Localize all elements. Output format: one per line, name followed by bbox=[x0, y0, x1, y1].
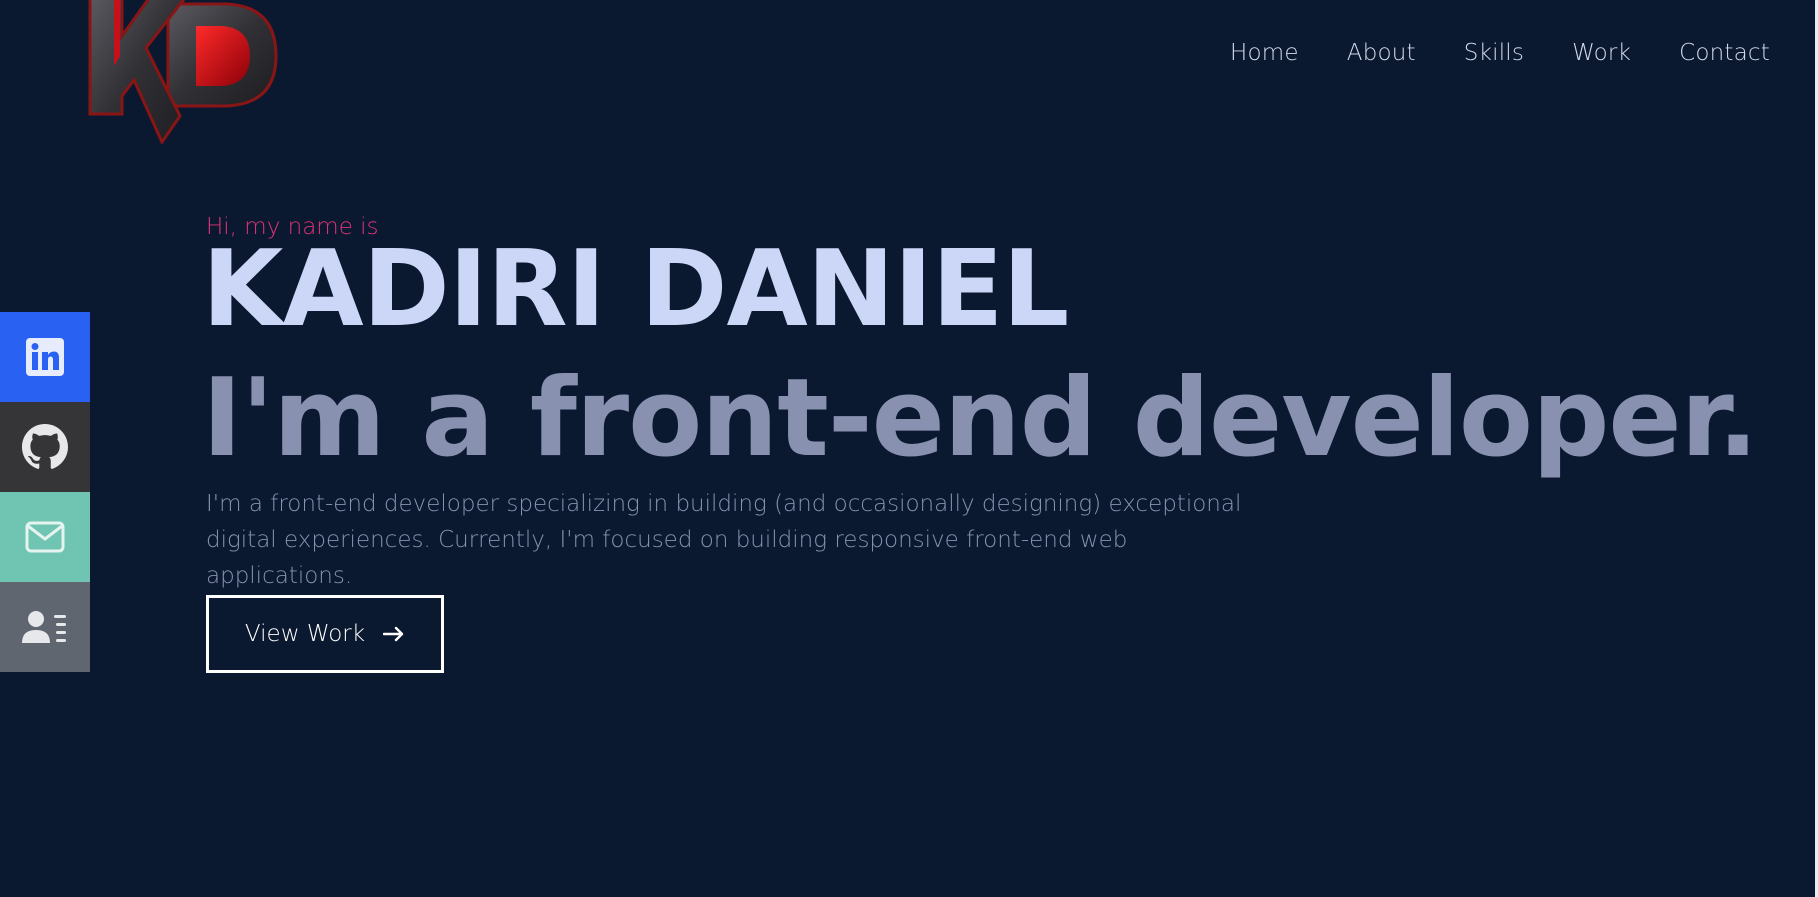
github-icon bbox=[22, 424, 68, 469]
nav-skills-link[interactable]: Skills bbox=[1464, 40, 1524, 66]
mail-icon bbox=[25, 521, 65, 553]
resume-link[interactable] bbox=[0, 582, 90, 672]
main-nav: Home About Skills Work Contact bbox=[1230, 40, 1770, 66]
nav-work-link[interactable]: Work bbox=[1572, 40, 1631, 66]
hero-tagline: I'm a front-end developer. bbox=[202, 356, 1759, 481]
page: Home About Skills Work Contact Hi, my na… bbox=[0, 0, 1818, 897]
linkedin-link[interactable] bbox=[0, 312, 90, 402]
hero-name: KADIRI DANIEL bbox=[202, 228, 1069, 350]
arrow-right-icon bbox=[383, 626, 404, 642]
social-sidebar bbox=[0, 312, 90, 672]
nav-about-link[interactable]: About bbox=[1347, 40, 1416, 66]
nav-home-link[interactable]: Home bbox=[1230, 40, 1299, 66]
github-link[interactable] bbox=[0, 402, 90, 492]
resume-icon bbox=[22, 611, 66, 643]
view-work-button[interactable]: View Work bbox=[206, 595, 444, 673]
linkedin-icon bbox=[26, 338, 64, 376]
view-work-label: View Work bbox=[244, 621, 366, 647]
kd-logo-icon bbox=[88, 0, 278, 144]
nav-contact-link[interactable]: Contact bbox=[1679, 40, 1770, 66]
hero-intro-line-1: I'm a front-end developer specializing i… bbox=[206, 491, 1242, 517]
hero-intro-line-2: digital experiences. Currently, I'm focu… bbox=[206, 527, 1128, 589]
hero-intro: I'm a front-end developer specializing i… bbox=[206, 486, 1266, 594]
email-link[interactable] bbox=[0, 492, 90, 582]
site-logo[interactable] bbox=[76, 0, 282, 144]
